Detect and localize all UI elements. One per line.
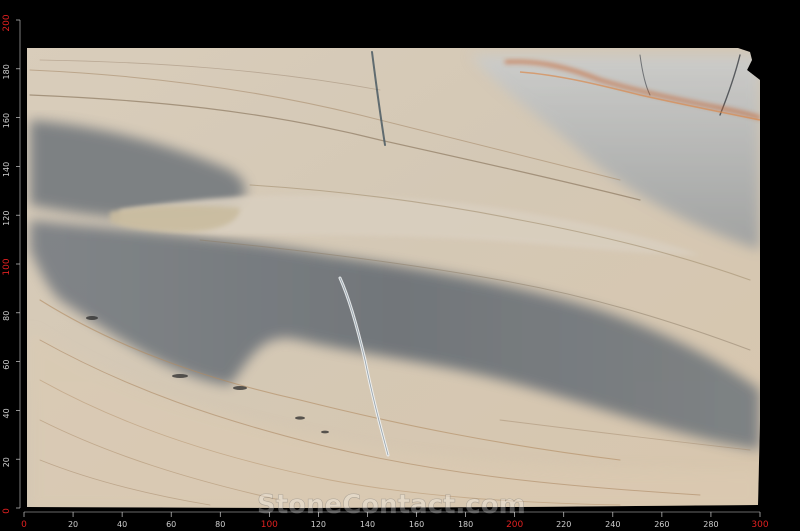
bottom-ruler-label: 40 <box>117 520 127 529</box>
bottom-ruler-label: 280 <box>703 520 718 529</box>
slab-photo-canvas: StoneContact.com 0 20 40 60 80 100 120 140 160 18… <box>2 14 769 530</box>
bottom-ruler-label: 300 <box>751 520 768 530</box>
left-ruler-label: 80 <box>2 311 11 321</box>
bottom-ruler-label: 60 <box>166 520 176 529</box>
left-ruler-label: 160 <box>2 113 11 128</box>
left-ruler-label: 40 <box>2 408 11 418</box>
bottom-ruler-label: 100 <box>261 520 278 530</box>
left-ruler-label: 0 <box>2 508 12 514</box>
bottom-ruler-label: 180 <box>458 520 473 529</box>
left-ruler-label: 200 <box>2 14 12 31</box>
bottom-ruler-label: 20 <box>68 520 78 529</box>
bottom-ruler-label: 140 <box>360 520 375 529</box>
left-ruler: 0 20 40 60 80 100 120 140 160 180 200 <box>2 14 21 514</box>
left-ruler-label: 100 <box>2 258 12 275</box>
bottom-ruler-label: 240 <box>605 520 620 529</box>
bottom-ruler-label: 80 <box>215 520 225 529</box>
left-ruler-label: 20 <box>2 457 11 467</box>
bottom-ruler-label: 120 <box>311 520 326 529</box>
left-ruler-label: 120 <box>2 211 11 226</box>
marble-slab <box>27 48 760 508</box>
bottom-ruler-label: 220 <box>556 520 571 529</box>
left-ruler-label: 140 <box>2 162 11 177</box>
left-ruler-label: 180 <box>2 64 11 79</box>
watermark-text: StoneContact.com <box>257 490 526 520</box>
bottom-ruler-label: 0 <box>21 520 27 530</box>
bottom-ruler-label: 200 <box>506 520 523 530</box>
left-ruler-label: 60 <box>2 360 11 370</box>
bottom-ruler-label: 160 <box>409 520 424 529</box>
bottom-ruler-label: 260 <box>654 520 669 529</box>
